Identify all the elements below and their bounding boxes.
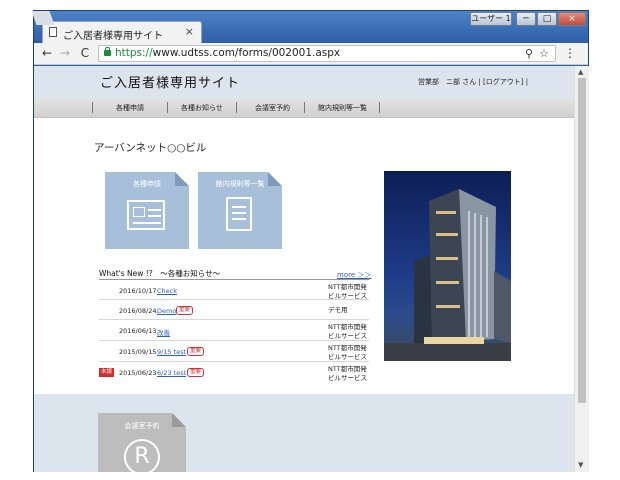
address-bar[interactable]: https://www.udtss.com/forms/002001.aspx …	[98, 45, 556, 62]
news-link[interactable]: 改善	[157, 327, 170, 337]
card-line	[148, 215, 161, 217]
room-reservation-tile[interactable]: 会議室予約 R	[98, 413, 186, 472]
important-badge: 重要	[187, 368, 205, 377]
nav-item-notices[interactable]: 各種お知らせ	[181, 103, 223, 113]
page-content: ご入居者様専用サイト 営業部 ニ部 さん | [ログアウト] | 各種申請 各種…	[34, 66, 574, 472]
news-date: 2016/06/13	[119, 327, 157, 335]
news-row: 2016/08/24 Demo 重要 デモ用	[99, 301, 369, 320]
unread-badge: 未読	[99, 368, 115, 377]
tab-close-icon[interactable]: ×	[185, 25, 194, 38]
news-date: 2016/08/24	[119, 307, 157, 315]
maximize-button[interactable]: □	[537, 12, 557, 26]
reload-icon[interactable]: C	[78, 46, 92, 60]
news-row: 未読 2015/06/23 6/23 test 重要 NTT都市開発 ビルサービ…	[99, 363, 369, 383]
tile-label: 各種申請	[133, 180, 161, 188]
news-header: What's New !? ～各種お知らせ～	[99, 269, 221, 278]
lock-icon	[104, 47, 111, 56]
page-icon	[49, 27, 57, 37]
news-org: NTT都市開発 ビルサービス	[328, 283, 367, 300]
id-card-icon	[127, 200, 165, 230]
url-text: www.udtss.com/forms/002001.aspx	[152, 47, 341, 59]
url-scheme: https://	[115, 47, 153, 59]
forward-icon[interactable]: →	[58, 46, 72, 60]
building-photo	[384, 171, 511, 361]
vertical-scrollbar[interactable]: ▲ ▼	[574, 66, 589, 472]
nav-separator	[167, 102, 168, 113]
news-date: 2016/10/17	[119, 287, 157, 295]
tile-label: 会議室予約	[124, 422, 160, 430]
news-row: 2015/09/15 9/15 test 重要 NTT都市開発 ビルサービス	[99, 342, 369, 362]
profile-button[interactable]: ユーザー 1	[470, 12, 512, 26]
news-row: 2016/06/13 改善 NTT都市開発 ビルサービス	[99, 321, 369, 341]
building-illustration	[384, 189, 511, 361]
news-link[interactable]: 6/23 test	[157, 369, 186, 377]
nav-separator	[236, 102, 237, 113]
scroll-up-icon[interactable]: ▲	[578, 68, 583, 76]
site-title: ご入居者様専用サイト	[100, 76, 241, 91]
browser-toolbar: ← → C https://www.udtss.com/forms/002001…	[34, 43, 588, 65]
nav-separator	[92, 102, 93, 113]
news-org: NTT都市開発 ビルサービス	[328, 344, 367, 361]
news-org: デモ用	[328, 306, 348, 314]
user-info[interactable]: 営業部 ニ部 さん | [ログアウト] |	[418, 77, 528, 87]
nav-item-room[interactable]: 会議室予約	[255, 103, 290, 113]
nav-item-rules[interactable]: 館内規則等一覧	[318, 103, 367, 113]
nav-separator	[304, 102, 305, 113]
site-nav: 各種申請 各種お知らせ 会議室予約 館内規則等一覧	[34, 98, 574, 118]
browser-menu-icon[interactable]: ⋮	[564, 46, 576, 60]
scroll-thumb[interactable]	[578, 78, 586, 403]
new-tab-button[interactable]	[31, 11, 55, 25]
browser-window: ご入居者様専用サイト × ユーザー 1 ─ □ × ← → C https://…	[31, 10, 589, 472]
site-header: ご入居者様専用サイト 営業部 ニ部 さん | [ログアウト] |	[34, 66, 574, 98]
news-org: NTT都市開発 ビルサービス	[328, 365, 367, 382]
apply-tile[interactable]: 各種申請	[105, 172, 189, 249]
doc-line	[232, 206, 246, 208]
news-date: 2015/06/23	[119, 369, 157, 377]
news-date: 2015/09/15	[119, 348, 157, 356]
important-badge: 重要	[187, 347, 205, 356]
card-line	[133, 222, 161, 224]
doc-line	[232, 218, 246, 220]
browser-tab[interactable]: ご入居者様専用サイト ×	[42, 21, 202, 43]
card-line	[148, 209, 161, 211]
news-link[interactable]: 9/15 test	[157, 348, 186, 356]
doc-line	[232, 212, 246, 214]
zoom-icon[interactable]: ⚲	[525, 46, 533, 61]
building-title: アーバンネット○○ビル	[94, 142, 207, 154]
tab-title: ご入居者様専用サイト	[63, 31, 163, 42]
tile-label: 館内規則等一覧	[215, 180, 265, 188]
nav-item-apply[interactable]: 各種申請	[116, 103, 144, 113]
scroll-down-icon[interactable]: ▼	[578, 461, 583, 469]
title-bar: ご入居者様専用サイト × ユーザー 1 ─ □ ×	[31, 11, 588, 43]
minimize-button[interactable]: ─	[516, 12, 536, 26]
close-window-button[interactable]: ×	[558, 12, 586, 26]
news-org: NTT都市開発 ビルサービス	[328, 323, 367, 340]
news-row: 2016/10/17 Check NTT都市開発 ビルサービス	[99, 281, 369, 300]
card-photo	[133, 207, 145, 217]
reserve-icon: R	[124, 439, 160, 472]
bookmark-star-icon[interactable]: ☆	[539, 46, 549, 61]
news-divider	[99, 279, 369, 280]
document-icon	[226, 197, 252, 231]
news-link[interactable]: Demo	[157, 307, 176, 315]
important-badge: 重要	[176, 306, 194, 315]
news-link[interactable]: Check	[157, 287, 177, 295]
back-icon[interactable]: ←	[40, 46, 54, 60]
nav-separator	[379, 102, 380, 113]
rules-tile[interactable]: 館内規則等一覧	[198, 172, 282, 249]
